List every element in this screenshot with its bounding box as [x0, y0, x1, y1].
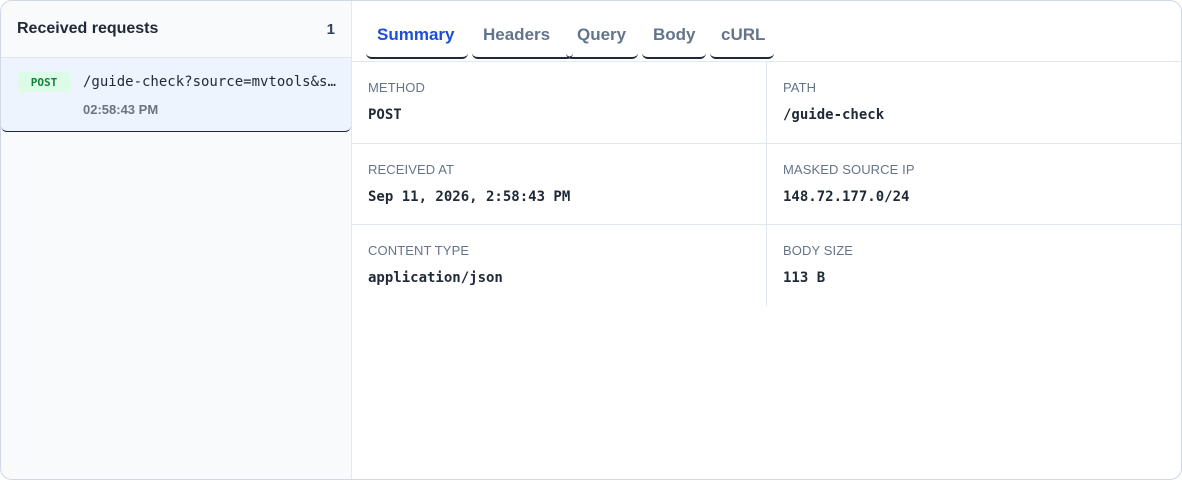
- detail-tabs: Summary Headers Query Body cURL: [352, 1, 1181, 62]
- request-path: /guide-check?source=mvtools&sample=1: [83, 74, 339, 90]
- request-list-item[interactable]: POST /guide-check?source=mvtools&sample=…: [1, 58, 351, 132]
- sidebar-title: Received requests: [17, 20, 159, 37]
- sidebar-header: Received requests 1: [1, 1, 351, 58]
- app-frame: Received requests 1 POST /guide-check?so…: [0, 0, 1182, 480]
- summary-received-at: RECEIVED AT Sep 11, 2026, 2:58:43 PM: [352, 144, 767, 225]
- field-label: BODY SIZE: [783, 243, 854, 258]
- field-value: Sep 11, 2026, 2:58:43 PM: [368, 189, 571, 205]
- request-details: Summary Headers Query Body cURL METHOD P…: [352, 1, 1181, 479]
- field-label: METHOD: [368, 80, 425, 95]
- tab-query[interactable]: Query: [566, 15, 638, 59]
- field-label: MASKED SOURCE IP: [783, 162, 915, 177]
- field-value: /guide-check: [783, 107, 885, 123]
- tab-body[interactable]: Body: [642, 15, 706, 59]
- field-value: application/json: [368, 270, 503, 286]
- field-value: 148.72.177.0/24: [783, 189, 910, 205]
- request-count: 1: [326, 20, 335, 38]
- request-time: 02:58:43 PM: [83, 102, 159, 117]
- summary-method: METHOD POST: [352, 62, 767, 143]
- requests-sidebar: Received requests 1 POST /guide-check?so…: [1, 1, 352, 479]
- field-value: POST: [368, 107, 402, 123]
- tab-summary[interactable]: Summary: [366, 15, 468, 59]
- summary-content-type: CONTENT TYPE application/json: [352, 225, 767, 306]
- summary-source-ip: MASKED SOURCE IP 148.72.177.0/24: [767, 144, 1181, 225]
- tab-curl[interactable]: cURL: [710, 15, 774, 59]
- field-label: RECEIVED AT: [368, 162, 455, 177]
- summary-body-size: BODY SIZE 113 B: [767, 225, 1181, 306]
- field-label: PATH: [783, 80, 817, 95]
- tab-headers[interactable]: Headers: [472, 15, 573, 59]
- field-value: 113 B: [783, 270, 826, 286]
- field-label: CONTENT TYPE: [368, 243, 470, 258]
- method-badge: POST: [17, 72, 71, 92]
- summary-path: PATH /guide-check: [767, 62, 1181, 143]
